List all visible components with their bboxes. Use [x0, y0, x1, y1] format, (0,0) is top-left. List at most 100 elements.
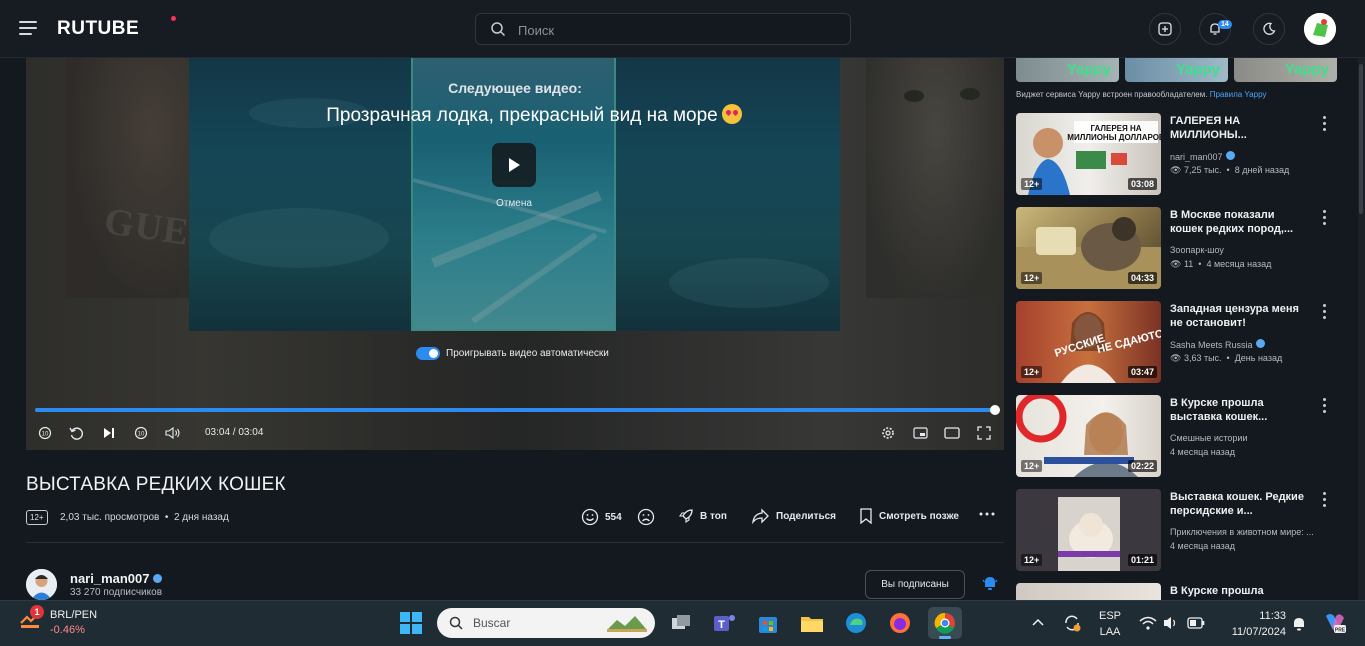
search-box[interactable]	[475, 13, 851, 45]
rutube-logo[interactable]: RUTUBE	[57, 18, 139, 40]
recommendation-title[interactable]: В Курске прошла выставка кошек...	[1170, 396, 1310, 424]
svg-text:T: T	[718, 619, 725, 631]
top-header: RUTUBE 14	[0, 0, 1365, 58]
play-icon	[509, 158, 520, 172]
search-input[interactable]	[518, 20, 818, 40]
video-title: ВЫСТАВКА РЕДКИХ КОШЕК	[26, 474, 286, 495]
recommendation-channel[interactable]: Sasha Meets Russia	[1170, 339, 1340, 350]
teams-app[interactable]: T	[710, 609, 738, 637]
watch-later-label: Смотреть позже	[879, 510, 959, 522]
yappy-logo: Yappy	[1175, 61, 1220, 78]
rewind-10-button[interactable]: 10	[36, 424, 54, 442]
channel-notifications-button[interactable]	[982, 575, 998, 596]
recommendation-item[interactable]: 12+ 01:21 Выставка кошек. Редкие персидс…	[1016, 489, 1356, 571]
progress-bar[interactable]	[35, 405, 1000, 415]
notifications-button[interactable]: 14	[1199, 13, 1232, 45]
chrome-app[interactable]	[928, 607, 962, 639]
more-options-icon[interactable]	[1316, 208, 1332, 226]
autoplay-toggle[interactable]	[416, 347, 440, 360]
verified-icon	[1255, 339, 1265, 348]
cancel-autoplay-button[interactable]: Отмена	[484, 198, 544, 209]
theme-toggle-button[interactable]	[1253, 13, 1285, 45]
recommendation-title[interactable]: Выставка кошек. Редкие персидские и...	[1170, 490, 1310, 518]
replay-icon	[68, 426, 83, 440]
windows-start-button[interactable]	[397, 609, 425, 637]
quick-settings-button[interactable]	[1137, 609, 1207, 637]
video-player[interactable]: GUESS Следующее видео: Прозрачная лодка,…	[26, 58, 1004, 450]
view-count: 3,63 тыс.	[1183, 353, 1222, 363]
recommendation-title[interactable]: В Курске прошла	[1170, 584, 1310, 598]
next-video-title[interactable]: Прозрачная лодка, прекрасный вид на море	[26, 104, 1004, 127]
recommendation-thumbnail[interactable]: 12+ 01:21	[1016, 489, 1161, 571]
store-app[interactable]	[754, 609, 782, 637]
task-view-button[interactable]	[667, 609, 695, 637]
keyboard-layout-indicator[interactable]: LAA	[1097, 626, 1123, 638]
show-hidden-icons-button[interactable]	[1028, 609, 1048, 637]
to-top-button[interactable]: В топ	[678, 508, 727, 524]
channel-avatar[interactable]	[26, 569, 57, 600]
more-options-icon[interactable]	[1316, 302, 1332, 320]
recommendation-title[interactable]: В Москве показали кошек редких пород,...	[1170, 208, 1310, 236]
sync-tray-button[interactable]	[1060, 609, 1084, 637]
user-avatar[interactable]	[1304, 13, 1336, 45]
edge-app[interactable]	[842, 609, 870, 637]
more-options-icon[interactable]	[1316, 114, 1332, 132]
play-next-button[interactable]	[492, 143, 536, 187]
taskbar-search[interactable]: Buscar	[437, 608, 655, 638]
share-button[interactable]: Поделиться	[752, 508, 836, 524]
firefox-app[interactable]	[886, 609, 914, 637]
replay-button[interactable]	[67, 424, 85, 442]
subscribed-button[interactable]: Вы подписаны	[865, 570, 965, 599]
recommendation-item[interactable]: РУССКИЕ НЕ СДАЮТСЯ 12+ 03:47 Западная цен…	[1016, 301, 1356, 383]
more-options-icon[interactable]	[1316, 396, 1332, 414]
progress-knob[interactable]	[990, 405, 1000, 415]
recommendation-title[interactable]: Западная цензура меня не остановит!	[1170, 302, 1310, 330]
like-button[interactable]: 554	[581, 508, 622, 526]
settings-button[interactable]	[879, 424, 897, 442]
recommendation-channel[interactable]: Приключения в животном мире: ...	[1170, 527, 1340, 537]
hamburger-menu-icon[interactable]	[19, 21, 37, 36]
recommendation-channel[interactable]: Зоопарк-шоу	[1170, 245, 1340, 255]
recommendation-item[interactable]: ГАЛЕРЕЯ НА МИЛЛИОНЫ ДОЛЛАРОВ 12+ 03:08 ГА…	[1016, 113, 1356, 195]
clock-time[interactable]: 11:33	[1216, 610, 1286, 622]
recommendation-thumbnail[interactable]: РУССКИЕ НЕ СДАЮТСЯ 12+ 03:47	[1016, 301, 1161, 383]
watch-later-button[interactable]: Смотреть позже	[859, 508, 959, 524]
duration-badge: 02:22	[1127, 460, 1157, 472]
notification-center-button[interactable]	[1289, 609, 1309, 637]
next-video-button[interactable]	[100, 424, 118, 442]
more-actions-button[interactable]	[979, 512, 1001, 516]
recommendation-item[interactable]: В Курске прошла	[1016, 583, 1356, 600]
clock-date[interactable]: 11/07/2024	[1216, 626, 1286, 638]
channel-name[interactable]: nari_man007	[70, 571, 162, 586]
recommendation-thumbnail[interactable]: 12+ 04:33	[1016, 207, 1161, 289]
share-icon	[752, 508, 769, 524]
file-explorer-app[interactable]	[798, 609, 826, 637]
recommendation-item[interactable]: 12+ 02:22 В Курске прошла выставка кошек…	[1016, 395, 1356, 477]
recommendation-thumbnail[interactable]: ГАЛЕРЕЯ НА МИЛЛИОНЫ ДОЛЛАРОВ 12+ 03:08	[1016, 113, 1161, 195]
recommendation-thumbnail[interactable]: 12+ 02:22	[1016, 395, 1161, 477]
recommendation-channel[interactable]: nari_man007	[1170, 151, 1340, 162]
miniplayer-button[interactable]	[911, 424, 929, 442]
recommendation-item[interactable]: 12+ 04:33 В Москве показали кошек редких…	[1016, 207, 1356, 289]
upload-button[interactable]	[1149, 13, 1181, 45]
language-indicator[interactable]: ESP	[1097, 610, 1123, 622]
yappy-rules-link[interactable]: Правила Yappy	[1210, 90, 1267, 99]
weather-widget[interactable]: 1	[18, 605, 44, 636]
forward-10-icon: 10	[134, 426, 148, 440]
page-scrollbar[interactable]	[1358, 58, 1365, 600]
dislike-button[interactable]	[637, 508, 661, 526]
copilot-button[interactable]: PRE	[1319, 609, 1349, 637]
fullscreen-button[interactable]	[975, 424, 993, 442]
more-options-icon[interactable]	[1316, 490, 1332, 508]
autoplay-toggle-row[interactable]: Проигрывать видео автоматически	[416, 347, 609, 360]
recommendation-channel[interactable]: Смешные истории	[1170, 433, 1340, 443]
yappy-card[interactable]: Yappy	[1234, 58, 1337, 82]
recommendation-title[interactable]: ГАЛЕРЕЯ НА МИЛЛИОНЫ...	[1170, 114, 1310, 142]
yappy-card[interactable]: Yappy	[1125, 58, 1228, 82]
yappy-card[interactable]: Yappy	[1016, 58, 1119, 82]
volume-button[interactable]	[164, 424, 182, 442]
forward-10-button[interactable]: 10	[132, 424, 150, 442]
theater-mode-button[interactable]	[943, 424, 961, 442]
recommendation-thumbnail[interactable]	[1016, 583, 1161, 600]
thumbnail-text: НЕ СДАЮТСЯ	[1096, 326, 1161, 356]
